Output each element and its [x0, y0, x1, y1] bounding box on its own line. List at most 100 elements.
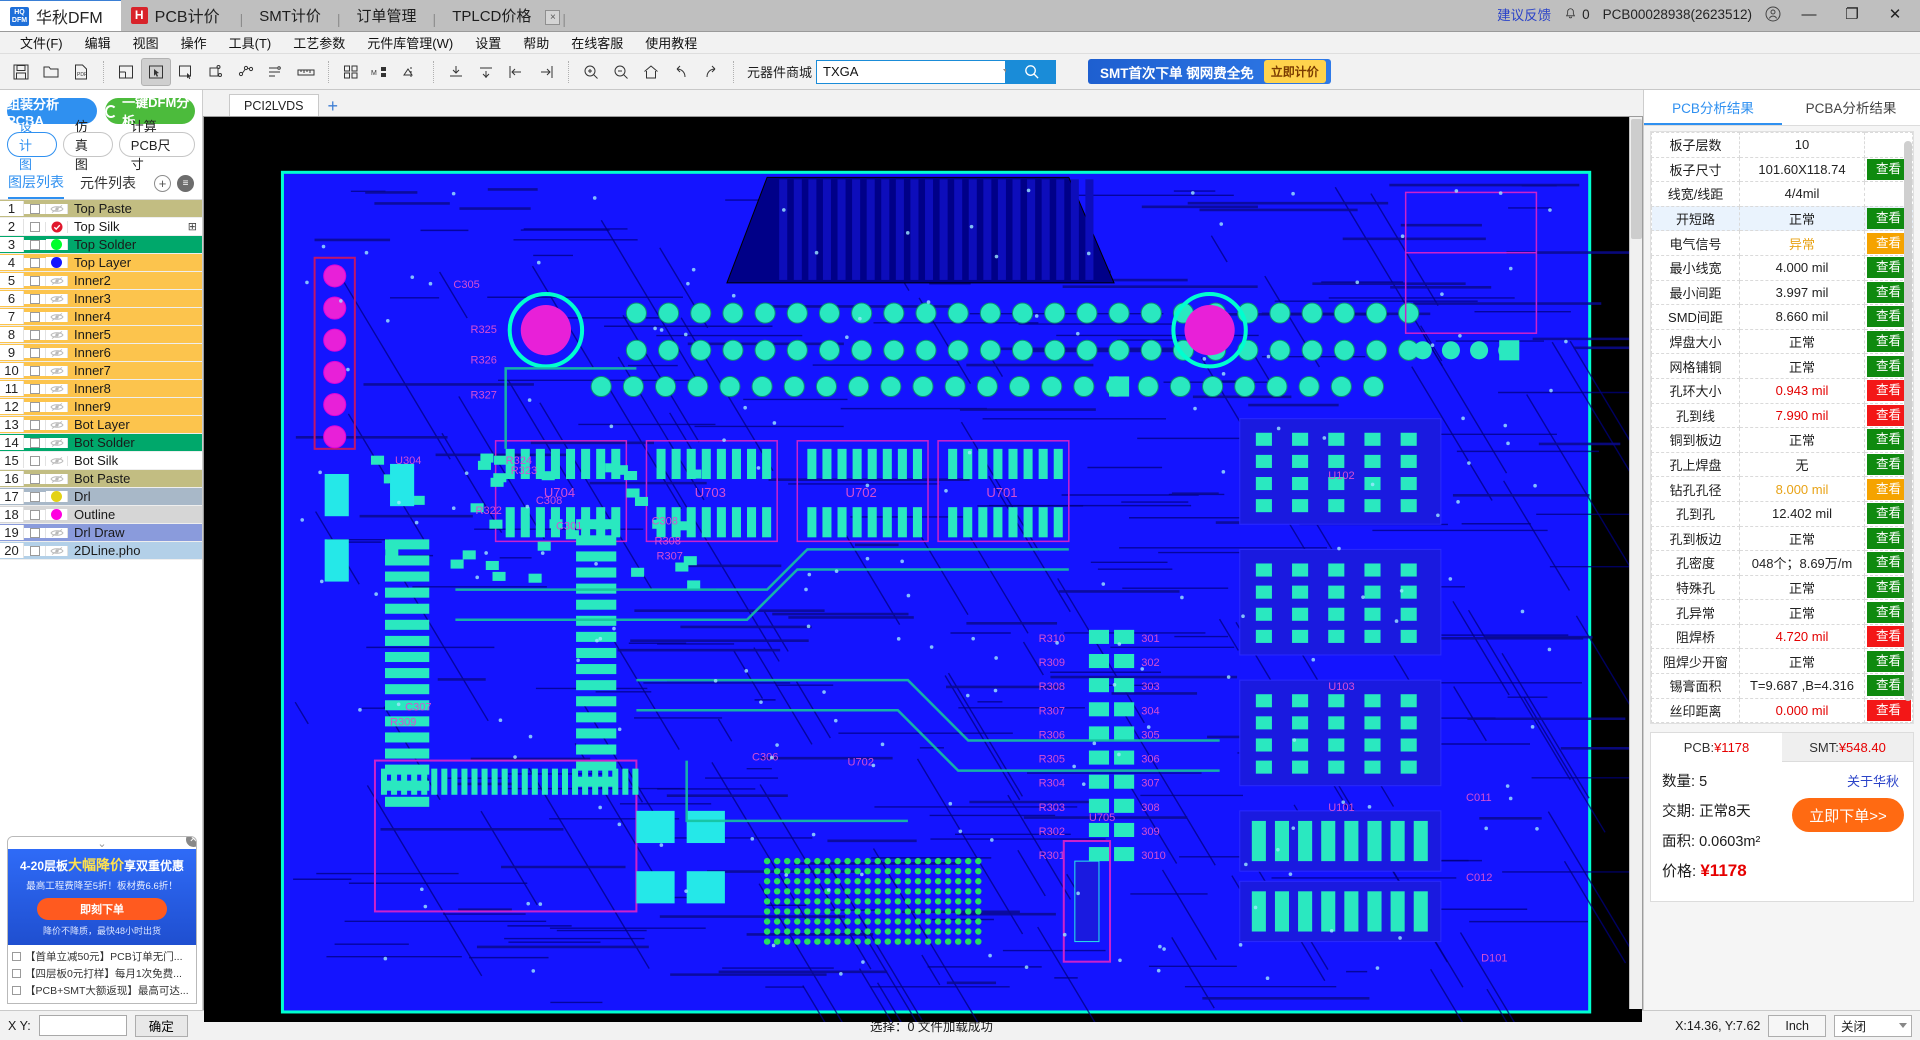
- menu-help[interactable]: 帮助: [512, 31, 560, 54]
- search-input[interactable]: [823, 64, 999, 79]
- maximize-button[interactable]: ❐: [1837, 5, 1867, 23]
- menu-operate[interactable]: 操作: [170, 31, 218, 54]
- layer-color-dot[interactable]: [46, 239, 68, 250]
- checkbox-icon[interactable]: [12, 969, 21, 978]
- eye-hidden-icon[interactable]: [46, 528, 68, 538]
- add-document-tab-icon[interactable]: +: [319, 96, 348, 116]
- pick-nodes-icon[interactable]: [231, 58, 261, 86]
- layer-checkbox[interactable]: [24, 474, 46, 484]
- layer-row-inner6[interactable]: 9Inner6: [0, 344, 202, 362]
- zoom-out-icon[interactable]: [606, 58, 636, 86]
- promo-list-item[interactable]: 【四层板0元打样】每月1次免费...: [12, 965, 192, 982]
- close-button[interactable]: ✕: [1880, 5, 1910, 23]
- layer-color-dot[interactable]: [46, 509, 68, 520]
- align-icon[interactable]: [261, 58, 291, 86]
- feedback-link[interactable]: 建议反馈: [1497, 4, 1551, 24]
- menu-settings[interactable]: 设置: [464, 31, 512, 54]
- eye-hidden-icon[interactable]: [46, 546, 68, 556]
- smt-banner-cta[interactable]: 立即计价: [1264, 60, 1326, 83]
- layer-row-outline[interactable]: 18Outline: [0, 506, 202, 524]
- panel-layout-icon[interactable]: [111, 58, 141, 86]
- promo-banner[interactable]: 4-20层板大幅降价享双重优惠 最高工程费降至5折！板材费6.6折！ 即刻下单 …: [8, 849, 196, 945]
- menu-file[interactable]: 文件(F): [9, 31, 74, 54]
- close-icon[interactable]: ✕: [186, 836, 197, 847]
- eye-hidden-icon[interactable]: [46, 420, 68, 430]
- eye-hidden-icon[interactable]: [46, 348, 68, 358]
- layer-row-bot-layer[interactable]: 13Bot Layer: [0, 416, 202, 434]
- layer-checkbox[interactable]: [24, 492, 46, 502]
- ruler-icon[interactable]: [291, 58, 321, 86]
- price-tab-smt[interactable]: SMT:¥548.40: [1782, 733, 1913, 762]
- layer-color-dot[interactable]: [46, 491, 68, 502]
- eye-hidden-icon[interactable]: [46, 312, 68, 322]
- calc-pcb-size-button[interactable]: 计算PCB尺寸: [119, 132, 195, 157]
- confirm-button[interactable]: 确定: [135, 1015, 188, 1037]
- layer-row-inner3[interactable]: 6Inner3: [0, 290, 202, 308]
- eye-hidden-icon[interactable]: [46, 456, 68, 466]
- layer-row-drl[interactable]: 17Drl: [0, 488, 202, 506]
- flip-left-icon[interactable]: [501, 58, 531, 86]
- table-scrollbar[interactable]: [1904, 133, 1912, 722]
- layer-row-2dline-pho[interactable]: 202DLine.pho: [0, 542, 202, 560]
- menu-view[interactable]: 视图: [122, 31, 170, 54]
- eye-hidden-icon[interactable]: [46, 438, 68, 448]
- layer-checkbox[interactable]: [24, 510, 46, 520]
- layer-row-inner5[interactable]: 8Inner5: [0, 326, 202, 344]
- canvas-vertical-scrollbar[interactable]: [1629, 117, 1642, 1009]
- save-icon[interactable]: [6, 58, 36, 86]
- app-tab-pcb-quote[interactable]: H PCB计价: [121, 0, 238, 31]
- app-tab-order-mgmt[interactable]: 订单管理: [343, 0, 431, 31]
- menu-library-mgmt[interactable]: 元件库管理(W): [356, 31, 464, 54]
- eye-hidden-icon[interactable]: [46, 366, 68, 376]
- app-tab-hqdfm[interactable]: HQDFM 华秋DFM: [0, 0, 121, 31]
- pdf-export-icon[interactable]: PDF: [66, 58, 96, 86]
- promo-list-item[interactable]: 【首单立减50元】PCB订单无门...: [12, 948, 192, 965]
- eye-hidden-icon[interactable]: [46, 294, 68, 304]
- layer-checkbox[interactable]: [24, 420, 46, 430]
- smt-promo-banner[interactable]: SMT首次下单 钢网费全免 立即计价: [1088, 59, 1331, 84]
- layer-color-dot[interactable]: [46, 257, 68, 268]
- menu-tutorial[interactable]: 使用教程: [634, 31, 708, 54]
- layer-row-top-layer[interactable]: 4Top Layer: [0, 254, 202, 272]
- top-view-icon[interactable]: [441, 58, 471, 86]
- eye-hidden-icon[interactable]: [46, 330, 68, 340]
- layers-stack-icon[interactable]: ≡: [177, 175, 194, 192]
- eye-hidden-icon[interactable]: [46, 276, 68, 286]
- select-cursor-icon[interactable]: [141, 58, 171, 86]
- about-huaqiu-link[interactable]: 关于华秋: [1847, 771, 1899, 790]
- bottom-view-icon[interactable]: [471, 58, 501, 86]
- plus-circle-icon[interactable]: +: [154, 175, 171, 192]
- app-tab-tplcd-price[interactable]: TPLCD价格: [438, 0, 545, 31]
- menu-online-support[interactable]: 在线客服: [560, 31, 634, 54]
- tab-pcb-analysis[interactable]: PCB分析结果: [1644, 90, 1782, 125]
- mark-icon[interactable]: M: [366, 58, 396, 86]
- net-select-icon[interactable]: [201, 58, 231, 86]
- account-icon[interactable]: [1765, 6, 1781, 22]
- scrollbar-thumb[interactable]: [1904, 141, 1912, 701]
- checkbox-icon[interactable]: [12, 986, 21, 995]
- layer-checkbox[interactable]: [24, 222, 46, 232]
- app-tab-smt-quote[interactable]: SMT计价: [245, 0, 335, 31]
- layer-checkbox[interactable]: [24, 312, 46, 322]
- tab-close-icon[interactable]: ×: [545, 10, 560, 25]
- eye-hidden-icon[interactable]: [46, 402, 68, 412]
- layer-checkbox[interactable]: [24, 366, 46, 376]
- flip-right-icon[interactable]: [531, 58, 561, 86]
- order-now-button[interactable]: 立即下单>>: [1792, 798, 1904, 832]
- minimize-button[interactable]: —: [1794, 6, 1824, 23]
- layer-row-inner8[interactable]: 11Inner8: [0, 380, 202, 398]
- layer-checkbox[interactable]: [24, 204, 46, 214]
- tab-layer-list[interactable]: 图层列表: [8, 172, 64, 199]
- layer-row-bot-silk[interactable]: 15Bot Silk: [0, 452, 202, 470]
- tab-pcba-analysis[interactable]: PCBA分析结果: [1782, 90, 1920, 125]
- document-tab-pci2lvds[interactable]: PCI2LVDS: [229, 94, 319, 116]
- zoom-in-icon[interactable]: [576, 58, 606, 86]
- layer-grid-icon[interactable]: ⊞: [188, 220, 202, 233]
- layer-row-top-silk[interactable]: 2Top Silk⊞: [0, 218, 202, 236]
- promo-cta-button[interactable]: 即刻下单: [37, 898, 167, 920]
- layer-row-top-paste[interactable]: 1Top Paste: [0, 200, 202, 218]
- layer-checkbox[interactable]: [24, 456, 46, 466]
- search-button[interactable]: [1006, 60, 1056, 84]
- layer-row-inner7[interactable]: 10Inner7: [0, 362, 202, 380]
- redo-icon[interactable]: [696, 58, 726, 86]
